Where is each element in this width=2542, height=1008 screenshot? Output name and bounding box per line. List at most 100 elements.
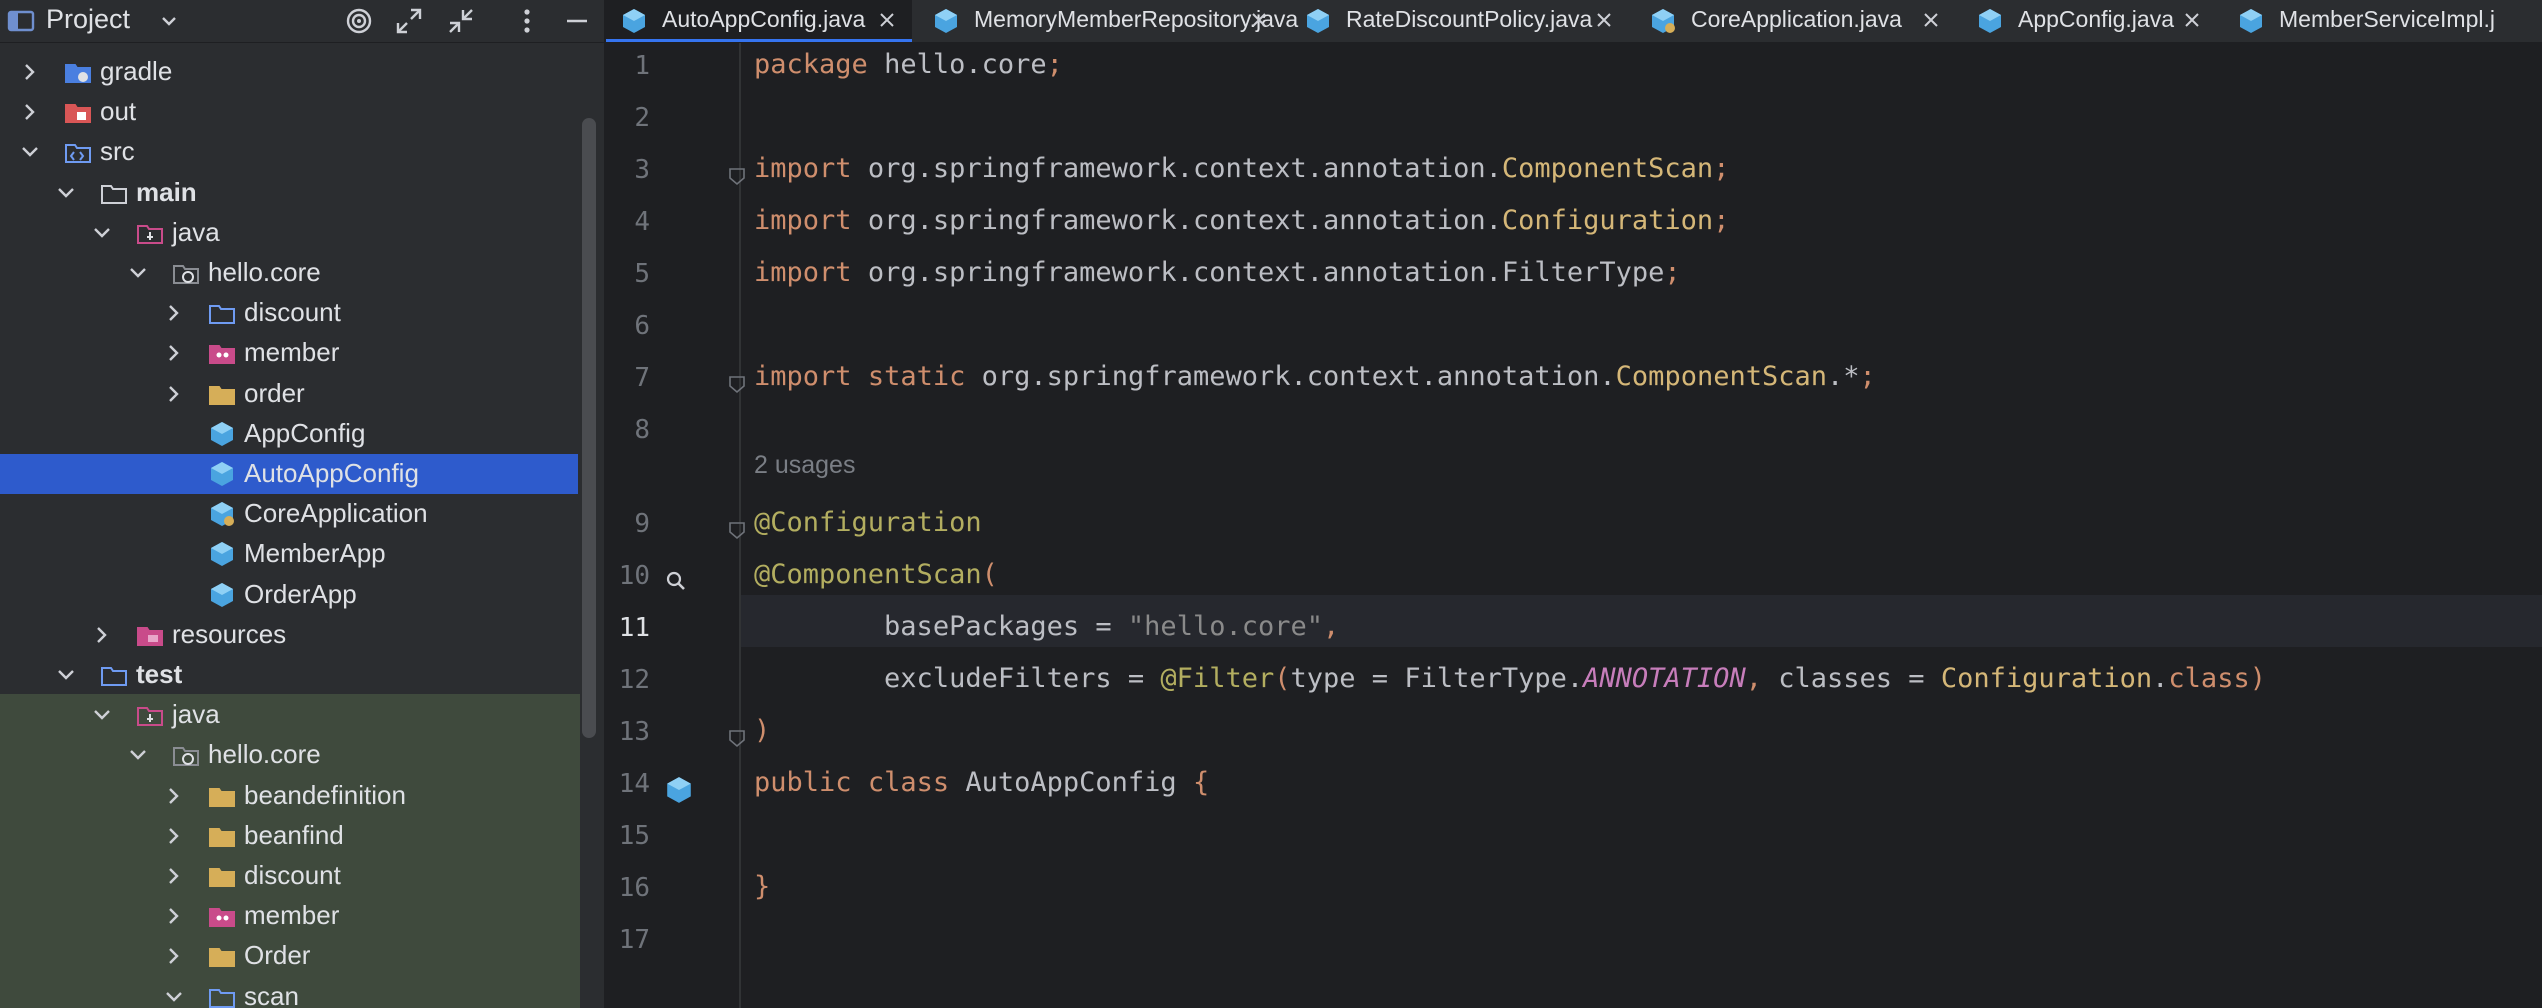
tree-item-hello-core[interactable]: hello.core — [0, 253, 578, 293]
tree-item-resources[interactable]: resources — [0, 615, 578, 655]
tree-item-discount[interactable]: discount — [0, 293, 578, 333]
line-number: 14 — [618, 769, 650, 799]
project-panel-title[interactable]: Project — [46, 4, 130, 35]
close-tab-icon[interactable] — [876, 9, 898, 31]
code-line[interactable]: ) — [754, 715, 770, 746]
tab-autoappconfig-java[interactable]: AutoAppConfig.java — [606, 0, 912, 42]
tree-item-appconfig[interactable]: AppConfig — [0, 414, 578, 454]
tree-item-orderapp[interactable]: OrderApp — [0, 575, 578, 615]
chevron-right-icon[interactable] — [162, 864, 186, 888]
fold-marker-icon[interactable] — [726, 165, 748, 187]
fold-marker-icon[interactable] — [726, 727, 748, 749]
tree-item-hello-core[interactable]: hello.core — [0, 735, 578, 775]
code-line[interactable]: } — [754, 871, 770, 902]
tree-item-member[interactable]: member — [0, 333, 578, 373]
fold-marker-icon[interactable] — [726, 519, 748, 541]
more-options-icon[interactable] — [512, 6, 542, 36]
tree-item-beandefinition[interactable]: beandefinition — [0, 776, 578, 816]
chevron-down-icon[interactable] — [154, 6, 184, 36]
chevron-right-icon[interactable] — [162, 904, 186, 928]
tree-item-test[interactable]: test — [0, 655, 578, 695]
code-line[interactable]: basePackages = "hello.core", — [754, 611, 1339, 642]
bean-class-gutter-icon[interactable] — [664, 775, 694, 805]
tree-item-label: MemberApp — [244, 538, 386, 569]
code-line[interactable]: excludeFilters = @Filter(type = FilterTy… — [754, 663, 2266, 694]
chevron-down-icon[interactable] — [90, 703, 114, 727]
package-folder-icon — [209, 988, 235, 1008]
chevron-down-icon[interactable] — [126, 743, 150, 767]
code-line[interactable]: import org.springframework.context.annot… — [754, 257, 1681, 288]
code-line[interactable]: import org.springframework.context.annot… — [754, 205, 1729, 236]
chevron-down-icon[interactable] — [18, 140, 42, 164]
tab-memberserviceimpl-j[interactable]: MemberServiceImpl.j — [2223, 0, 2542, 42]
class-icon — [211, 421, 233, 446]
tree-item-memberapp[interactable]: MemberApp — [0, 534, 578, 574]
collapse-all-icon[interactable] — [446, 6, 476, 36]
line-number: 9 — [634, 509, 650, 539]
resources-folder-icon — [137, 626, 163, 646]
line-number: 13 — [618, 717, 650, 747]
close-tab-icon[interactable] — [1593, 9, 1615, 31]
class-icon — [935, 9, 957, 33]
tree-item-discount[interactable]: discount — [0, 856, 578, 896]
code-line[interactable]: public class AutoAppConfig { — [754, 767, 1209, 798]
source-root-icon — [137, 224, 163, 244]
chevron-right-icon[interactable] — [162, 301, 186, 325]
hide-panel-icon[interactable] — [562, 6, 592, 36]
project-tool-window: Project gradle out src main java hello.co — [0, 0, 606, 1008]
code-line[interactable]: import org.springframework.context.annot… — [754, 153, 1729, 184]
tree-scrollbar[interactable] — [582, 118, 596, 738]
tree-item-coreapplication[interactable]: CoreApplication — [0, 494, 578, 534]
tab-label: RateDiscountPolicy.java — [1346, 6, 1593, 32]
chevron-right-icon[interactable] — [162, 824, 186, 848]
class-icon — [1979, 9, 2001, 33]
code-line[interactable]: package hello.core; — [754, 49, 1063, 80]
tree-item-scan[interactable]: scan — [0, 977, 578, 1008]
chevron-right-icon[interactable] — [162, 382, 186, 406]
chevron-right-icon[interactable] — [90, 623, 114, 647]
tree-item-src[interactable]: src — [0, 132, 578, 172]
tree-item-java[interactable]: java — [0, 695, 578, 735]
line-number: 7 — [634, 363, 650, 393]
spring-boot-class-icon — [211, 502, 234, 527]
tab-memorymemberrepository-java[interactable]: MemoryMemberRepository.java — [918, 0, 1298, 42]
chevron-down-icon[interactable] — [162, 985, 186, 1008]
tree-item-autoappconfig[interactable]: AutoAppConfig — [0, 454, 578, 494]
tree-item-beanfind[interactable]: beanfind — [0, 816, 578, 856]
search-icon[interactable] — [664, 569, 688, 593]
tree-item-java[interactable]: java — [0, 213, 578, 253]
usages-hint[interactable]: 2 usages — [754, 451, 855, 480]
chevron-down-icon[interactable] — [54, 181, 78, 205]
close-tab-icon[interactable] — [1920, 9, 1942, 31]
tree-item-label: src — [100, 136, 135, 167]
tree-item-label: Order — [244, 940, 311, 971]
close-tab-icon[interactable] — [1248, 9, 1270, 31]
chevron-right-icon[interactable] — [18, 60, 42, 84]
tree-item-order[interactable]: Order — [0, 936, 578, 976]
tree-item-gradle[interactable]: gradle — [0, 52, 578, 92]
code-line[interactable]: @Configuration — [754, 507, 982, 538]
chevron-right-icon[interactable] — [162, 944, 186, 968]
chevron-down-icon[interactable] — [126, 261, 150, 285]
chevron-down-icon[interactable] — [90, 221, 114, 245]
chevron-down-icon[interactable] — [54, 663, 78, 687]
tree-item-main[interactable]: main — [0, 173, 578, 213]
tree-item-member[interactable]: member — [0, 896, 578, 936]
code-line[interactable]: import static org.springframework.contex… — [754, 361, 1876, 392]
tab-ratediscountpolicy-java[interactable]: RateDiscountPolicy.java — [1290, 0, 1629, 42]
line-number: 3 — [634, 155, 650, 185]
chevron-right-icon[interactable] — [18, 100, 42, 124]
code-line[interactable]: @ComponentScan( — [754, 559, 998, 590]
fold-marker-icon[interactable] — [726, 373, 748, 395]
expand-all-icon[interactable] — [394, 6, 424, 36]
chevron-right-icon[interactable] — [162, 784, 186, 808]
folder-source-icon — [65, 144, 91, 164]
locate-target-icon[interactable] — [344, 6, 374, 36]
close-tab-icon[interactable] — [2181, 9, 2203, 31]
code-editor[interactable]: 1 package hello.core; 2 3 import org.springf… — [606, 43, 2542, 1008]
tab-appconfig-java[interactable]: AppConfig.java — [1962, 0, 2217, 42]
tree-item-out[interactable]: out — [0, 92, 578, 132]
tree-item-order[interactable]: order — [0, 374, 578, 414]
tab-coreapplication-java[interactable]: CoreApplication.java — [1635, 0, 1956, 42]
chevron-right-icon[interactable] — [162, 341, 186, 365]
